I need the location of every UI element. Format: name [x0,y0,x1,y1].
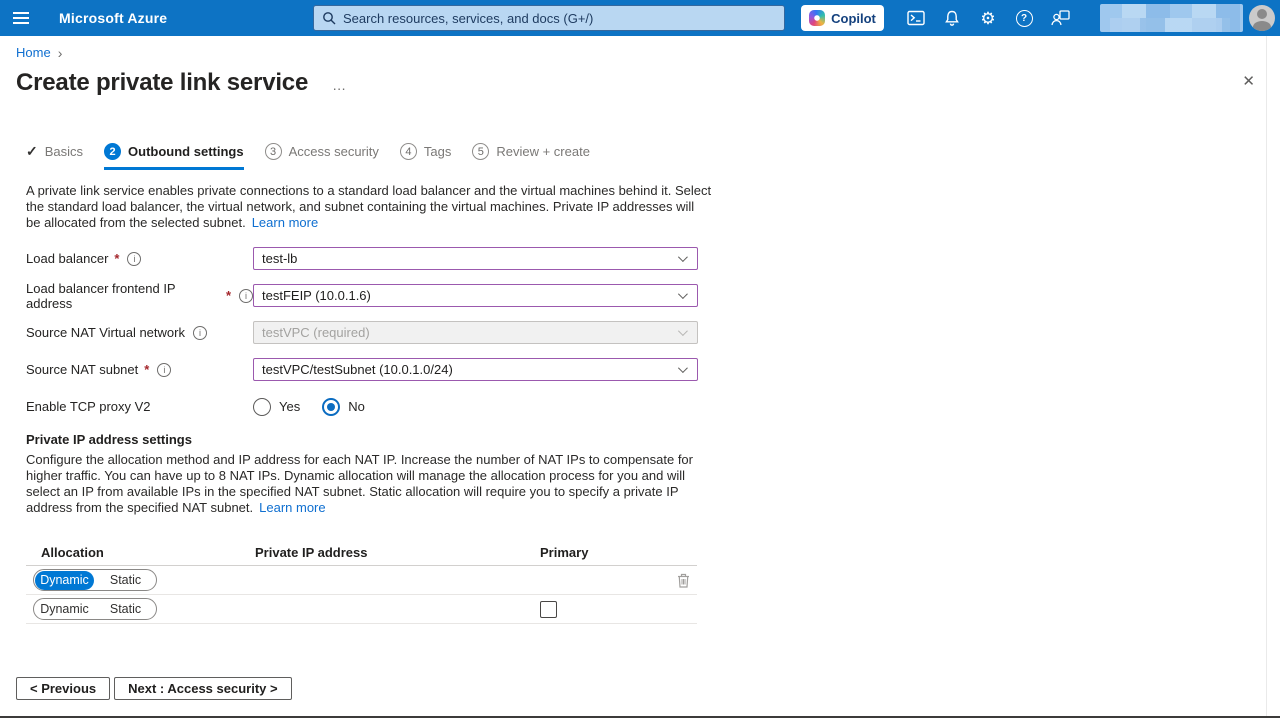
dropdown-value: testVPC (required) [262,325,370,340]
radio-circle-checked[interactable] [322,398,340,416]
info-icon[interactable]: i [157,363,171,377]
delete-row-trash-icon[interactable] [677,573,690,588]
step-number: 5 [472,143,489,160]
form-row-source-nat-vnet: Source NAT Virtual network i testVPC (re… [26,321,698,344]
copilot-label: Copilot [831,11,876,26]
allocation-toggle: Dynamic Static [33,598,157,620]
header-private-ip: Private IP address [255,545,540,560]
tcp-proxy-radio-group: Yes No [253,398,365,416]
chevron-right-icon: › [58,46,63,60]
chevron-down-icon [678,289,688,299]
table-header-row: Allocation Private IP address Primary [26,539,697,566]
hamburger-menu-icon[interactable] [3,0,39,36]
azure-top-bar: Microsoft Azure Copilot ⚙ [0,0,1280,36]
copilot-icon [809,10,825,26]
tab-review-create[interactable]: 5 Review + create [472,143,590,170]
table-row: Dynamic Static [26,566,697,595]
previous-button[interactable]: < Previous [16,677,110,700]
radio-no[interactable]: No [322,398,365,416]
field-label: Load balancer frontend IP address* i [26,281,253,311]
step-number: 4 [400,143,417,160]
field-label: Source NAT subnet* i [26,362,253,377]
header-allocation: Allocation [26,545,255,560]
radio-label: Yes [279,399,300,414]
primary-checkbox[interactable] [540,601,557,618]
dropdown-value: test-lb [262,251,297,266]
form-row-tcp-proxy: Enable TCP proxy V2 Yes No [26,395,698,418]
more-options-icon[interactable]: … [332,77,347,93]
allocation-dynamic-option[interactable]: Dynamic [35,571,94,590]
allocation-dynamic-option[interactable]: Dynamic [35,600,94,619]
tab-label: Access security [289,144,379,159]
learn-more-link[interactable]: Learn more [259,500,325,515]
avatar[interactable] [1249,5,1275,31]
tab-label: Outbound settings [128,144,244,159]
private-ip-settings-text: Configure the allocation method and IP a… [26,452,712,516]
account-info-redacted[interactable] [1100,4,1243,32]
tab-access-security[interactable]: 3 Access security [265,143,379,170]
learn-more-link[interactable]: Learn more [252,215,318,230]
header-primary: Primary [540,545,697,560]
required-asterisk: * [144,362,149,377]
form-row-load-balancer: Load balancer* i test-lb [26,247,698,270]
outbound-settings-form: Load balancer* i test-lb Load balancer f… [26,247,698,432]
chevron-down-icon [678,363,688,373]
private-ip-settings-heading: Private IP address settings [26,432,192,447]
allocation-static-option[interactable]: Static [96,600,155,619]
microsoft-azure-logo[interactable]: Microsoft Azure [59,10,167,26]
tab-label: Review + create [496,144,590,159]
load-balancer-dropdown[interactable]: test-lb [253,247,698,270]
breadcrumb-home-link[interactable]: Home [16,45,51,60]
radio-label: No [348,399,365,414]
breadcrumb: Home › [16,45,62,60]
tab-outbound-settings[interactable]: 2 Outbound settings [104,143,244,170]
search-input[interactable] [336,6,784,30]
next-access-security-button[interactable]: Next : Access security > [114,677,291,700]
table-row: Dynamic Static [26,595,697,624]
wizard-tabs: ✓ Basics 2 Outbound settings 3 Access se… [26,143,590,170]
field-label: Load balancer* i [26,251,253,266]
form-row-source-nat-subnet: Source NAT subnet* i testVPC/testSubnet … [26,358,698,381]
global-search[interactable] [313,5,785,31]
info-icon[interactable]: i [193,326,207,340]
nat-ip-table: Allocation Private IP address Primary Dy… [26,539,697,624]
radio-circle-unchecked[interactable] [253,398,271,416]
help-icon[interactable]: ? [1006,0,1042,36]
source-nat-vnet-dropdown: testVPC (required) [253,321,698,344]
settings-gear-icon[interactable]: ⚙ [970,0,1006,36]
chevron-down-icon [678,326,688,336]
notifications-bell-icon[interactable] [934,0,970,36]
info-icon[interactable]: i [239,289,253,303]
wizard-footer: < Previous Next : Access security > [16,677,292,700]
chevron-down-icon [678,252,688,262]
source-nat-subnet-dropdown[interactable]: testVPC/testSubnet (10.0.1.0/24) [253,358,698,381]
field-label: Enable TCP proxy V2 [26,399,253,414]
step-number: 3 [265,143,282,160]
check-icon: ✓ [26,143,38,160]
dropdown-value: testVPC/testSubnet (10.0.1.0/24) [262,362,453,377]
page-title: Create private link service [16,69,308,97]
frontend-ip-dropdown[interactable]: testFEIP (10.0.1.6) [253,284,698,307]
radio-yes[interactable]: Yes [253,398,300,416]
info-icon[interactable]: i [127,252,141,266]
allocation-toggle: Dynamic Static [33,569,157,591]
field-label: Source NAT Virtual network i [26,325,253,340]
dropdown-value: testFEIP (10.0.1.6) [262,288,371,303]
tab-basics[interactable]: ✓ Basics [26,143,83,170]
copilot-button[interactable]: Copilot [801,5,884,31]
tab-tags[interactable]: 4 Tags [400,143,451,170]
form-row-frontend-ip: Load balancer frontend IP address* i tes… [26,284,698,307]
scrollbar[interactable] [1266,36,1267,716]
tab-label: Tags [424,144,451,159]
required-asterisk: * [114,251,119,266]
feedback-icon[interactable] [1042,0,1078,36]
intro-text: A private link service enables private c… [26,183,712,231]
cloud-shell-icon[interactable] [898,0,934,36]
step-number: 2 [104,143,121,160]
tab-label: Basics [45,144,83,159]
required-asterisk: * [226,288,231,303]
allocation-static-option[interactable]: Static [96,571,155,590]
search-icon [322,11,336,25]
close-icon[interactable]: ✕ [1242,74,1255,89]
